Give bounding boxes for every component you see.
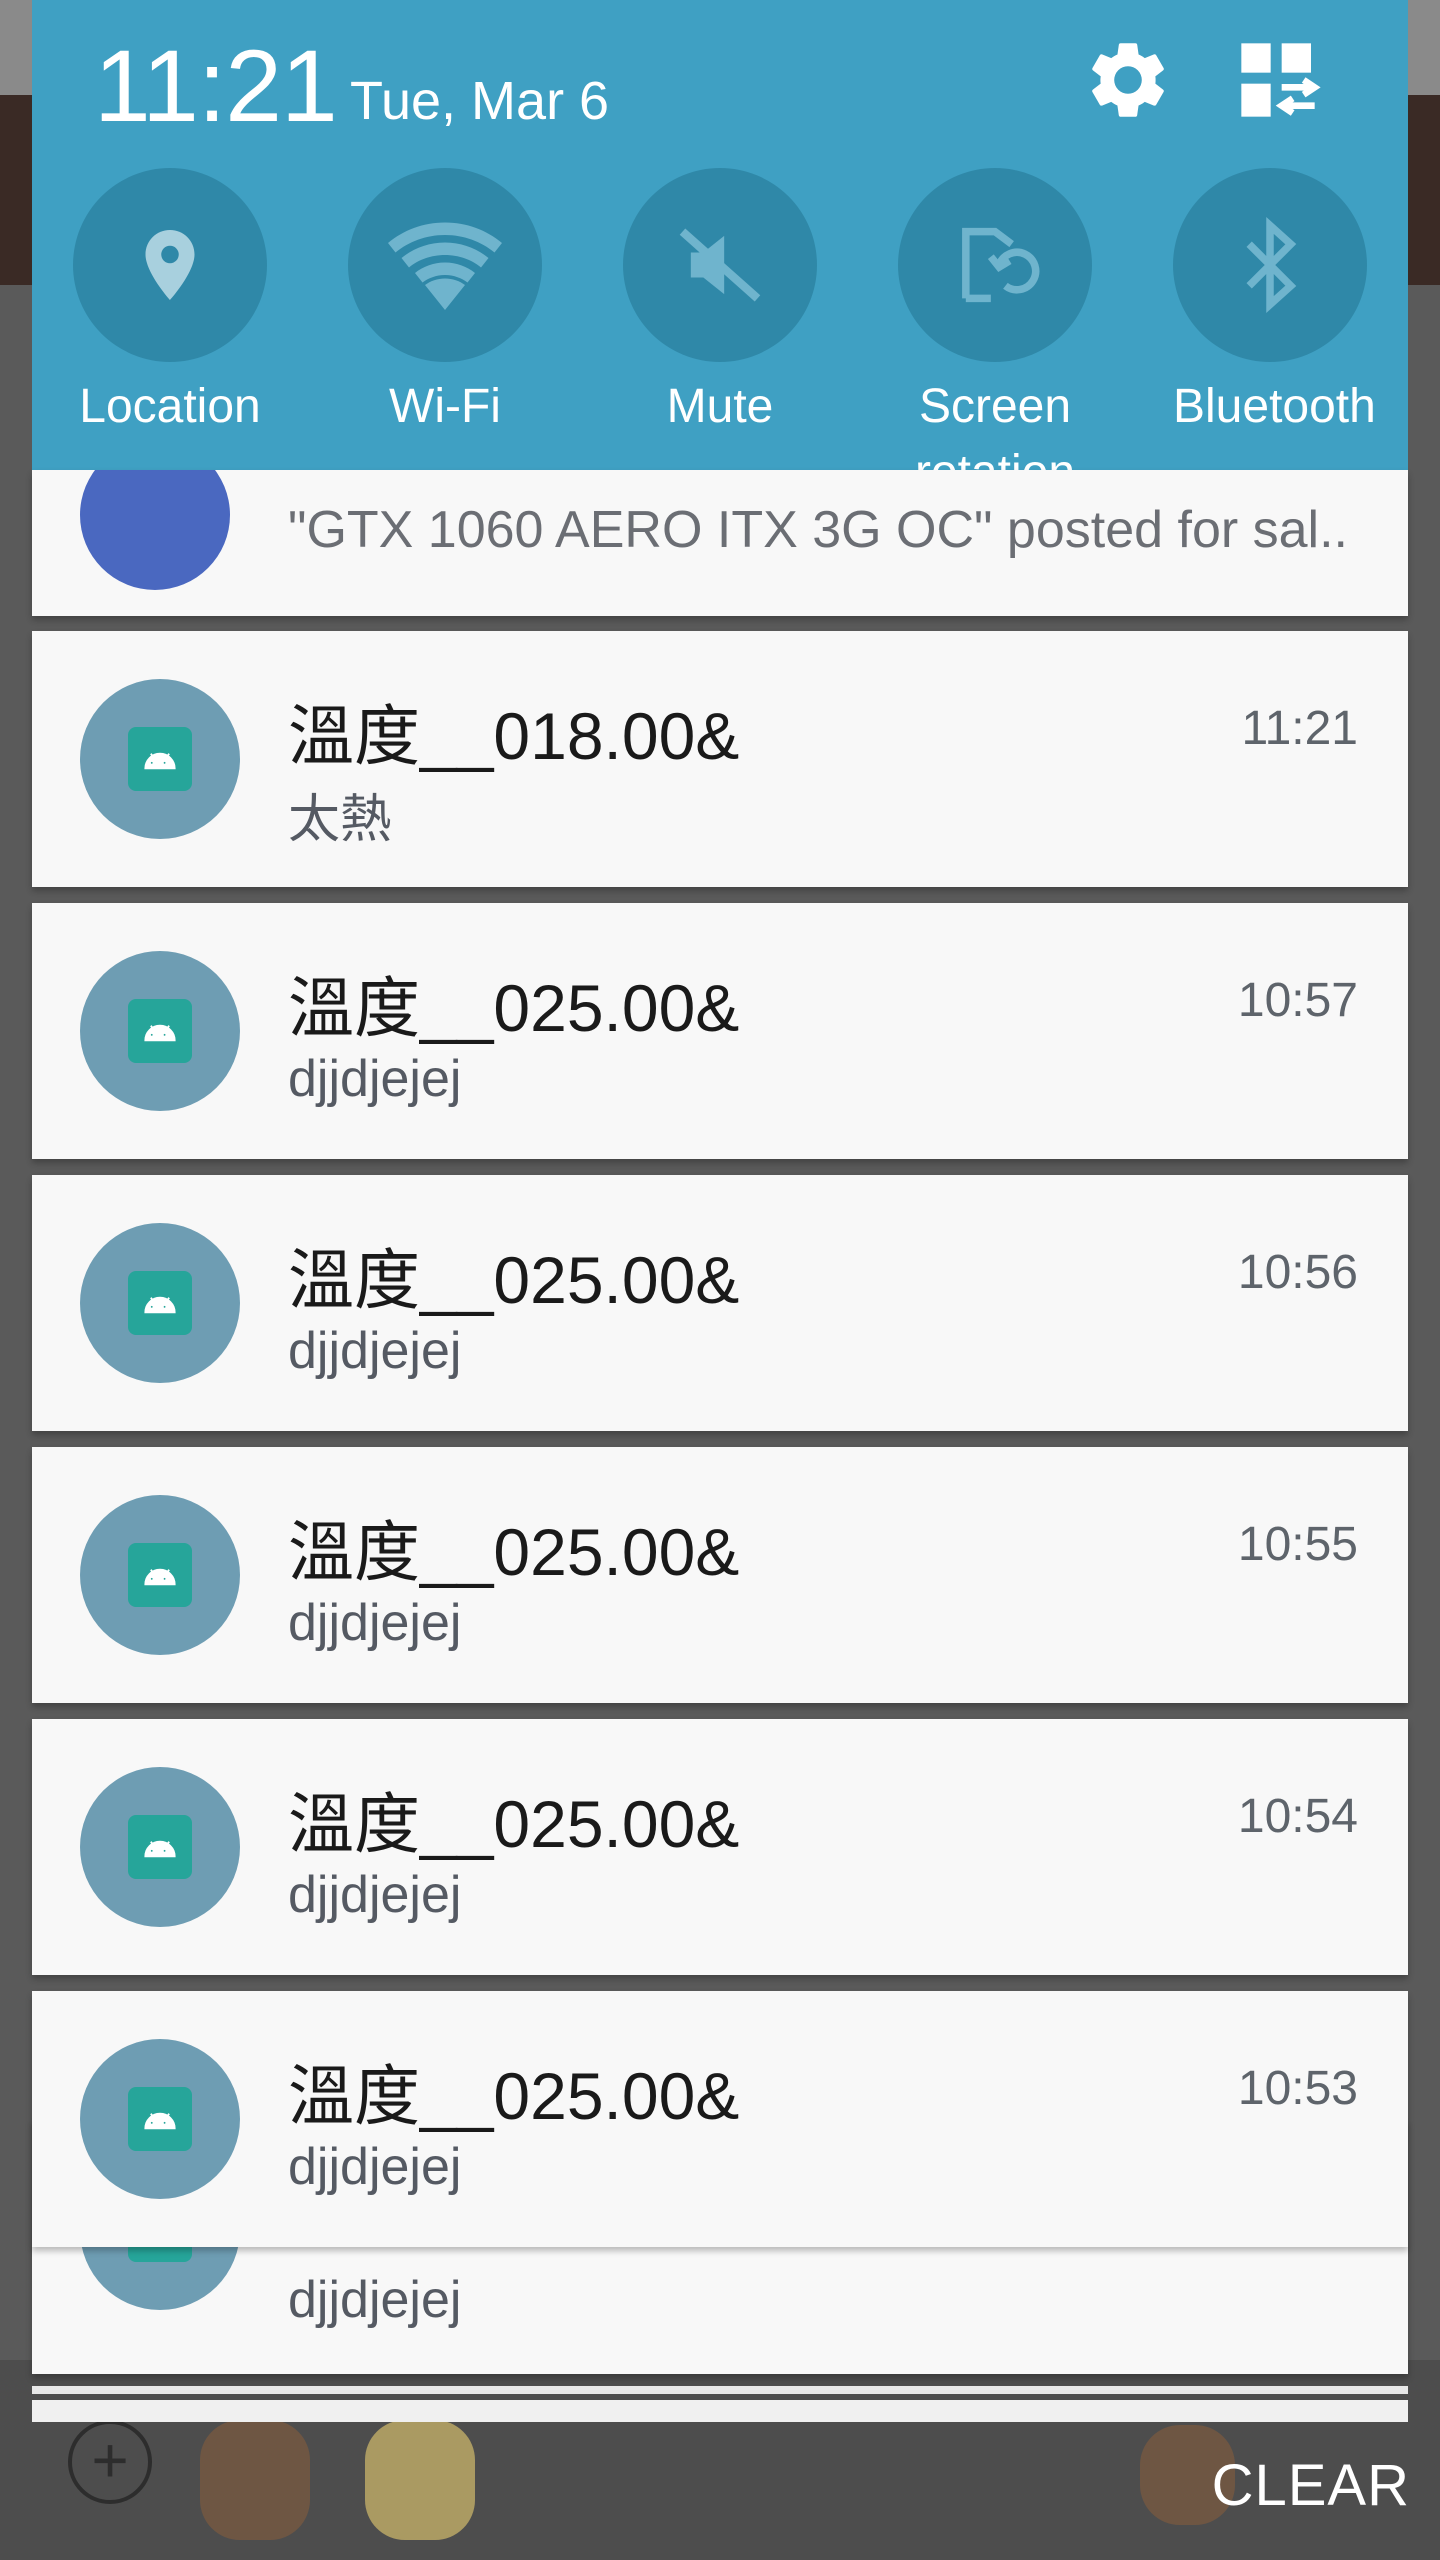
android-app-icon bbox=[128, 2087, 192, 2151]
notification-card[interactable]: 溫度__025.00& djjdjejej 10:55 bbox=[32, 1447, 1408, 1703]
notification-avatar bbox=[80, 679, 240, 839]
location-pin-icon bbox=[145, 230, 195, 300]
android-app-icon bbox=[128, 1815, 192, 1879]
notification-title: 溫度__025.00& bbox=[288, 1515, 740, 1589]
notification-text: "GTX 1060 AERO ITX 3G OC" posted for sal… bbox=[288, 501, 1349, 559]
notification-text: djjdjejej bbox=[288, 1866, 462, 1924]
wifi-label: Wi-Fi bbox=[389, 380, 501, 433]
notification-avatar bbox=[80, 470, 230, 590]
notification-card[interactable]: 溫度__025.00& djjdjejej 10:57 bbox=[32, 903, 1408, 1159]
bluetooth-toggle-circle[interactable] bbox=[1173, 168, 1367, 362]
notification-avatar bbox=[80, 2039, 240, 2199]
screen-rotation-toggle-circle[interactable] bbox=[898, 168, 1092, 362]
notification-title: 溫度__018.00& bbox=[288, 699, 740, 773]
notification-time: 11:21 bbox=[1241, 702, 1358, 755]
notification-text: djjdjejej bbox=[288, 1594, 462, 1652]
notification-avatar bbox=[80, 1495, 240, 1655]
notification-time: 10:54 bbox=[1237, 1790, 1358, 1843]
android-app-icon bbox=[128, 1271, 192, 1335]
notification-avatar bbox=[80, 1223, 240, 1383]
notification-avatar bbox=[80, 1767, 240, 1927]
wifi-toggle[interactable]: Wi-Fi bbox=[348, 168, 542, 440]
notification-text: 太熱 bbox=[288, 791, 393, 849]
notification-avatar bbox=[80, 951, 240, 1111]
mute-toggle-circle[interactable] bbox=[623, 168, 817, 362]
mute-toggle[interactable]: Mute bbox=[623, 168, 817, 440]
notification-title: 溫度__025.00& bbox=[288, 1787, 740, 1861]
notification-text: djjdjejej bbox=[288, 1050, 462, 1108]
background-add-icon: + bbox=[68, 2420, 152, 2504]
location-toggle[interactable]: Location bbox=[73, 168, 267, 440]
clear-all-button[interactable]: CLEAR bbox=[1212, 2452, 1410, 2519]
notification-text: djjdjejej bbox=[288, 2138, 462, 2196]
wifi-icon bbox=[388, 222, 502, 310]
notification-time: 10:57 bbox=[1237, 974, 1358, 1027]
notification-title: 溫度__025.00& bbox=[288, 971, 740, 1045]
stack-edge bbox=[32, 2386, 1408, 2394]
stack-edge bbox=[32, 2400, 1408, 2422]
background-sticker bbox=[200, 2420, 310, 2540]
android-app-icon bbox=[128, 1543, 192, 1607]
bluetooth-label: Bluetooth bbox=[1173, 380, 1376, 433]
notification-card-partial[interactable]: "GTX 1060 AERO ITX 3G OC" posted for sal… bbox=[32, 470, 1408, 616]
notification-time: 10:53 bbox=[1237, 2062, 1358, 2115]
bluetooth-toggle[interactable]: Bluetooth bbox=[1173, 168, 1376, 440]
notification-card[interactable]: 溫度__025.00& djjdjejej 10:56 bbox=[32, 1175, 1408, 1431]
android-app-icon bbox=[128, 727, 192, 791]
notification-text: djjdjejej bbox=[288, 2271, 462, 2329]
gear-icon bbox=[1092, 43, 1164, 117]
bluetooth-icon bbox=[1246, 216, 1297, 314]
notification-time: 10:56 bbox=[1237, 1246, 1358, 1299]
tiles-edit-icon bbox=[1241, 43, 1321, 117]
notification-card[interactable]: 溫度__018.00& 太熱 11:21 bbox=[32, 631, 1408, 887]
mute-icon bbox=[679, 228, 761, 302]
clock-date: Tue, Mar 6 bbox=[350, 71, 610, 131]
screen-rotation-label-line1: Screen bbox=[918, 380, 1072, 433]
notification-text: djjdjejej bbox=[288, 1322, 462, 1380]
mute-label: Mute bbox=[666, 380, 774, 433]
notification-title: 溫度__025.00& bbox=[288, 1243, 740, 1317]
notification-card[interactable]: 溫度__025.00& djjdjejej 10:54 bbox=[32, 1719, 1408, 1975]
edit-tiles-button[interactable] bbox=[1228, 30, 1328, 130]
notification-title: 溫度__025.00& bbox=[288, 2059, 740, 2133]
screen-rotation-icon bbox=[962, 227, 1040, 303]
android-app-icon bbox=[128, 999, 192, 1063]
clock-time: 11:21 bbox=[94, 29, 338, 143]
location-label: Location bbox=[79, 380, 261, 433]
notification-card[interactable]: 溫度__025.00& djjdjejej 10:53 bbox=[32, 1991, 1408, 2247]
settings-button[interactable] bbox=[1078, 30, 1178, 130]
notification-time: 10:55 bbox=[1237, 1518, 1358, 1571]
location-toggle-circle[interactable] bbox=[73, 168, 267, 362]
wifi-toggle-circle[interactable] bbox=[348, 168, 542, 362]
background-sticker bbox=[365, 2420, 475, 2540]
screen-rotation-toggle[interactable]: Screen rotation bbox=[898, 168, 1092, 506]
quick-settings-panel: 11:21 Tue, Mar 6 Location Wi-Fi Mute Scr… bbox=[32, 0, 1408, 524]
